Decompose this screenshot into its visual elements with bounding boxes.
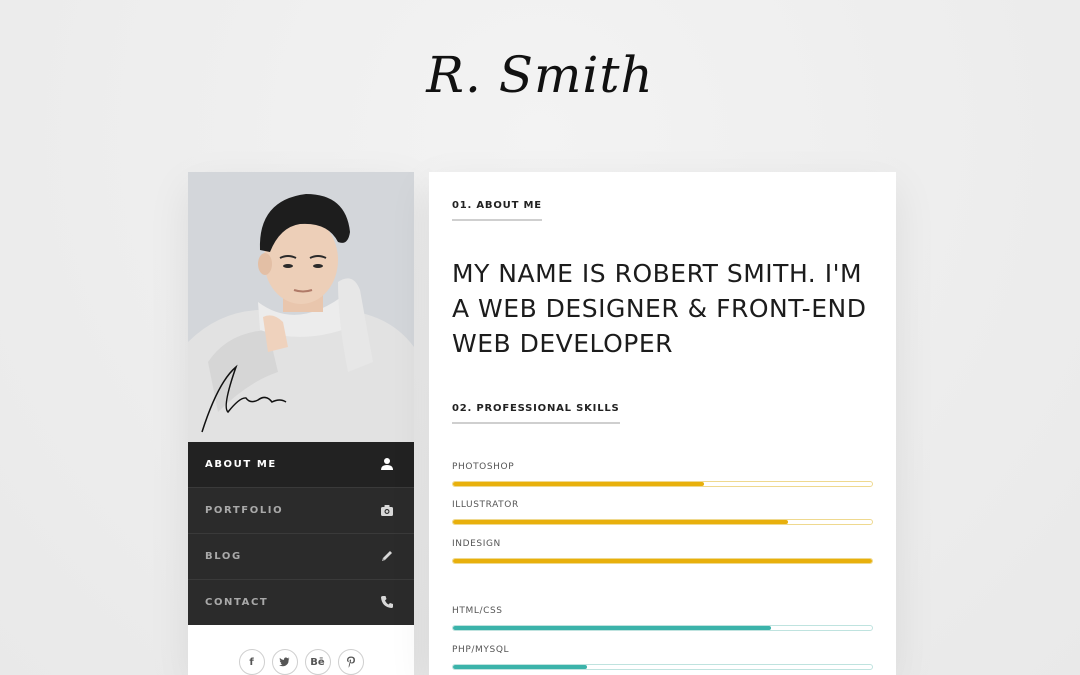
nav-item-portfolio[interactable]: PORTFOLIO (188, 488, 414, 534)
pencil-icon (382, 551, 392, 561)
skill-label: PHOTOSHOP (452, 462, 515, 472)
twitter-icon[interactable] (271, 649, 298, 675)
section-heading-about: 01. ABOUT ME (452, 200, 542, 221)
skill-label: PHP/MYSQL (452, 645, 510, 655)
site-logo[interactable]: R. Smith (0, 46, 1080, 104)
skill-bar-track (452, 519, 873, 525)
skill-label: ILLUSTRATOR (452, 500, 519, 510)
user-icon (381, 458, 393, 470)
skill-php-mysql: PHP/MYSQL (452, 645, 873, 670)
skill-photoshop: PHOTOSHOP (452, 462, 873, 487)
main-nav: ABOUT ME PORTFOLIO BLOG CONTACT (188, 442, 414, 625)
skill-illustrator: ILLUSTRATOR (452, 500, 873, 525)
nav-item-label: PORTFOLIO (205, 505, 284, 516)
skill-label: INDESIGN (452, 539, 501, 549)
content-card: 01. ABOUT ME MY NAME IS ROBERT SMITH. I'… (429, 172, 896, 675)
skill-label: HTML/CSS (452, 606, 503, 616)
facebook-icon[interactable]: f (238, 649, 265, 675)
page: R. Smith ABOUT ME PORTFOLIO BLOG CONTACT… (0, 0, 1080, 675)
profile-photo (188, 172, 414, 442)
sidebar: ABOUT ME PORTFOLIO BLOG CONTACT f Bē (188, 172, 414, 675)
skill-bar-fill (453, 482, 705, 486)
pinterest-glyph (346, 656, 355, 668)
skill-bar-fill (453, 520, 789, 524)
skill-bar-track (452, 664, 873, 670)
skill-bar-fill (453, 626, 772, 630)
nav-item-label: BLOG (205, 551, 242, 562)
skill-bar-track (452, 481, 873, 487)
twitter-bird-glyph (279, 657, 290, 667)
social-links: f Bē (188, 625, 414, 675)
skill-indesign: INDESIGN (452, 539, 873, 564)
skill-bar-track (452, 625, 873, 631)
facebook-label: f (249, 656, 254, 668)
nav-item-contact[interactable]: CONTACT (188, 580, 414, 625)
nav-item-label: ABOUT ME (205, 459, 277, 470)
skill-bar-track (452, 558, 873, 564)
pinterest-icon[interactable] (337, 649, 364, 675)
skill-html-css: HTML/CSS (452, 606, 873, 631)
phone-icon (381, 596, 393, 608)
skill-bar-fill (453, 665, 588, 669)
behance-label: Bē (310, 656, 325, 668)
nav-item-blog[interactable]: BLOG (188, 534, 414, 580)
behance-icon[interactable]: Bē (304, 649, 331, 675)
camera-icon (381, 505, 393, 516)
skill-bar-fill (453, 559, 872, 563)
section-heading-skills: 02. PROFESSIONAL SKILLS (452, 403, 620, 424)
nav-item-about-me[interactable]: ABOUT ME (188, 442, 414, 488)
intro-headline: MY NAME IS ROBERT SMITH. I'M A WEB DESIG… (452, 259, 867, 358)
nav-item-label: CONTACT (205, 597, 269, 608)
